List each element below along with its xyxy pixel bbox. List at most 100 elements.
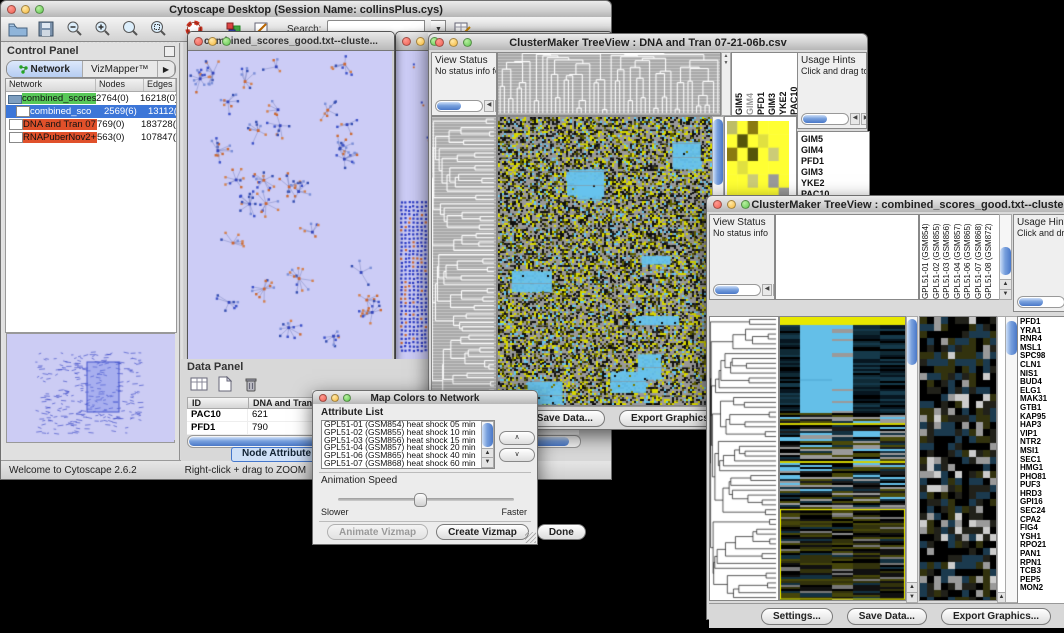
network-row-icon [8,95,22,104]
network-view-window-1: combined_scores_good.txt--cluste... [187,31,395,361]
zoom-icon[interactable] [463,38,472,47]
attribute-select-icon[interactable] [189,375,209,393]
minimize-icon[interactable] [208,37,217,46]
gene-label[interactable]: GIM5 [801,134,869,145]
zoom-fit-icon[interactable] [119,19,141,39]
save-icon[interactable] [35,19,57,39]
tv2-button[interactable]: Save Data... [847,608,927,625]
tv2-column-tree-area[interactable] [775,214,919,300]
tv1-usage-scrollbar[interactable]: ◀▶ [801,113,867,125]
minimize-icon[interactable] [331,394,339,402]
move-down-button[interactable]: ∨ [499,448,535,462]
attribute-list-scrollbar[interactable]: ▲▼ [481,421,494,468]
minimize-icon[interactable] [449,38,458,47]
tv2-heatmap-vscrollbar[interactable]: ▲▼ [906,316,918,603]
attribute-item[interactable]: GPL51-07 (GSM868) heat shock 60 min [322,460,494,468]
divider [319,472,531,473]
tv1-column-label[interactable]: GIM4 [745,53,755,115]
treeview-window-2: ClusterMaker TreeView : combined_scores_… [706,195,1064,620]
tv1-column-label[interactable]: GIM5 [734,53,744,115]
zoom-icon[interactable] [222,37,231,46]
tv2-column-label[interactable]: GPL51-01 (GSM854) [921,215,932,299]
minimize-icon[interactable] [21,5,30,14]
minimize-icon[interactable] [416,37,425,46]
tv2-zoom-heatmap[interactable] [919,316,997,601]
treeview2-body: View Status No status info ◀▶ GPL51-01 (… [706,212,1064,620]
attr-col-id[interactable]: ID [187,397,249,409]
tab-vizmapper[interactable]: VizMapper™ [83,61,159,77]
animation-speed-label: Animation Speed [321,475,397,486]
network-overview-canvas[interactable] [7,334,175,440]
dialog-button[interactable]: Done [537,524,586,540]
tv2-column-label[interactable]: GPL51-02 (GSM855) [932,215,943,299]
control-panel-tabs: Network VizMapper™ ▶ [6,60,176,78]
minimize-icon[interactable] [727,200,736,209]
tv1-column-label[interactable]: GIM3 [767,53,777,115]
tv1-mini-scroll-arrows[interactable]: ▲▼ [721,52,731,116]
dialog-button[interactable]: Create Vizmap [436,524,529,540]
tv1-column-labels: GIM5GIM4PFD1GIM3YKE2PAC10 [731,52,799,116]
new-attribute-icon[interactable] [215,375,235,393]
zoom-region-icon[interactable] [147,19,169,39]
network-list-row[interactable]: combined_scores 2764(0) 16218(0) [6,92,176,105]
zoom-icon[interactable] [35,5,44,14]
resize-grip[interactable] [525,532,536,543]
network-view-1-titlebar[interactable]: combined_scores_good.txt--cluste... [188,32,394,51]
close-icon[interactable] [713,200,722,209]
network-icon [19,65,28,74]
close-icon[interactable] [402,37,411,46]
tv2-column-labels: GPL51-01 (GSM854)GPL51-02 (GSM855)GPL51-… [919,214,1000,300]
gene-label[interactable]: GIM3 [801,167,869,178]
delete-attribute-icon[interactable] [241,375,261,393]
tv2-heatmap[interactable] [779,316,906,601]
zoom-icon[interactable] [343,394,351,402]
animation-slider-thumb[interactable] [414,493,427,507]
network-list-header[interactable]: Network Nodes Edges [6,79,176,92]
float-panel-icon[interactable] [164,46,175,57]
close-icon[interactable] [194,37,203,46]
close-icon[interactable] [319,394,327,402]
dialog-button[interactable]: Animate Vizmap [327,524,428,540]
window-controls[interactable] [7,5,44,14]
zoom-out-icon[interactable] [63,19,85,39]
network-list-row[interactable]: DNA and Tran 07 769(0) 183728(0) [6,118,176,131]
tab-network[interactable]: Network [7,61,83,77]
network-view-1-canvas[interactable] [188,51,392,359]
tv2-column-label[interactable]: GPL51-03 (GSM856) [942,215,953,299]
tv2-column-label[interactable]: GPL51-04 (GSM857) [953,215,964,299]
gene-label[interactable]: YKE2 [801,178,869,189]
move-up-button[interactable]: ∧ [499,431,535,445]
attribute-list: GPL51-01 (GSM854) heat shock 05 minGPL51… [321,420,495,469]
tv2-status-scrollbar[interactable]: ◀▶ [713,284,775,296]
tv2-view-status-panel: View Status No status info ◀▶ [709,214,775,300]
tv2-labels-vscrollbar[interactable]: ▲▼ [999,214,1012,300]
tv1-column-dendrogram[interactable] [497,52,721,116]
birds-eye-view[interactable] [6,333,175,443]
tv1-zoom-thumbnail[interactable] [727,121,789,201]
tv2-button[interactable]: Export Graphics... [941,608,1051,625]
gene-label[interactable]: GIM4 [801,145,869,156]
network-list-row[interactable]: RNAPuberNov2+I 563(0) 107847(0) [6,131,176,144]
tv2-button-row: Settings... Save Data... Export Graphics..… [709,603,1064,628]
tv1-column-label[interactable]: PFD1 [756,53,766,115]
close-icon[interactable] [7,5,16,14]
tv2-usage-hints-panel: Usage Hints Click and drag to ◀▶ [1013,214,1064,312]
open-file-icon[interactable] [7,19,29,39]
zoom-in-icon[interactable] [91,19,113,39]
tv1-row-dendrogram[interactable] [431,116,497,406]
tv1-column-label[interactable]: YKE2 [778,53,788,115]
tv1-heatmap[interactable] [497,116,713,406]
tv2-row-dendrogram[interactable] [709,316,779,601]
tab-overflow-arrow[interactable]: ▶ [158,61,175,77]
tv2-column-label[interactable]: GPL51-06 (GSM865) [963,215,974,299]
tv2-usage-scrollbar[interactable]: ◀▶ [1017,296,1064,308]
tv1-status-scrollbar[interactable]: ◀▶ [435,100,497,112]
tv2-column-label[interactable]: GPL51-07 (GSM868) [974,215,985,299]
close-icon[interactable] [435,38,444,47]
gene-label[interactable]: PFD1 [801,156,869,167]
tv2-button[interactable]: Settings... [761,608,833,625]
gene-label[interactable]: MON2 [1020,584,1064,593]
network-list-row[interactable]: combined_sco 2569(6) 13112(15) [6,105,176,118]
zoom-icon[interactable] [741,200,750,209]
tv2-column-label[interactable]: GPL51-08 (GSM872) [984,215,995,299]
